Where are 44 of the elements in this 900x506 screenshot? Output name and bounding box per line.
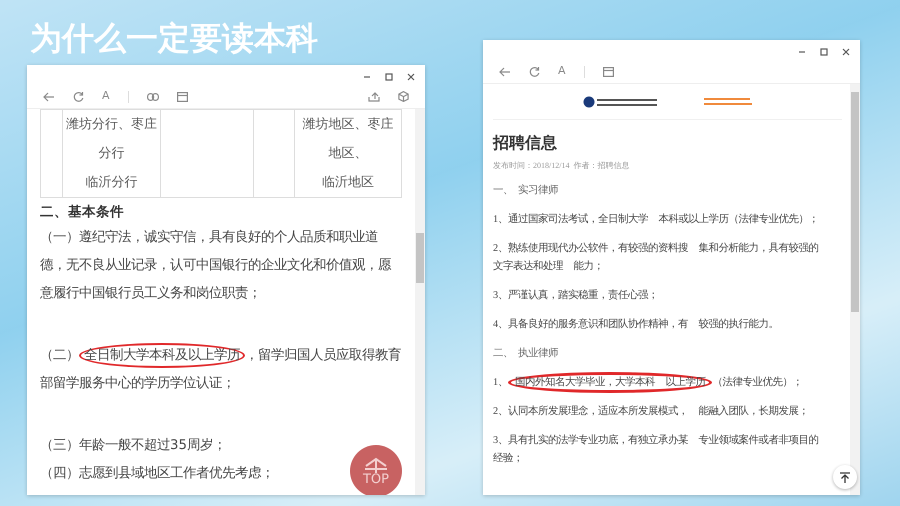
section-heading: 二、基本条件 bbox=[40, 203, 124, 222]
close-icon[interactable] bbox=[842, 48, 850, 56]
table-cell-text: 分行 bbox=[98, 145, 126, 163]
arrow-up-icon bbox=[840, 472, 850, 482]
publish-info: 发布时间：2018/12/14 作者：招聘信息 bbox=[493, 160, 630, 172]
table-cell-text: 临沂分行 bbox=[84, 174, 139, 192]
paragraph: 1、通过国家司法考试，全日制大学 本科或以上学历（法律专业优先）； bbox=[493, 212, 818, 227]
refresh-icon[interactable] bbox=[529, 66, 540, 77]
scrollbar[interactable] bbox=[415, 109, 425, 495]
scrollbar[interactable] bbox=[850, 84, 860, 495]
scroll-to-top-button[interactable] bbox=[833, 465, 857, 489]
paragraph: 2、熟练使用现代办公软件，有较强的资料搜 集和分析能力，具有较强的文字表达和处理 能力； bbox=[493, 241, 820, 274]
paragraph: （二） 全日制大学本科及以上学历 ，留学归国人员应取得教育部留学服务中心的学历学位认证； bbox=[40, 342, 402, 398]
paragraph: 3、严谨认真，踏实稳重，责任心强； bbox=[493, 288, 658, 303]
window-icon[interactable] bbox=[602, 66, 614, 76]
table-cell-text: 临沂地区 bbox=[320, 174, 375, 192]
font-size-button[interactable]: A bbox=[558, 63, 566, 80]
table-cell-text: 潍坊地区、枣庄 bbox=[301, 116, 394, 134]
paragraph: （四）志愿到县域地区工作者优先考虑； bbox=[40, 464, 274, 484]
link-icon[interactable] bbox=[146, 92, 159, 100]
paragraph: 一、 实习律师 bbox=[493, 183, 558, 198]
arrow-up-icon bbox=[364, 456, 388, 472]
paragraph: 二、 执业律师 bbox=[493, 346, 558, 361]
refresh-icon[interactable] bbox=[73, 91, 84, 102]
paragraph: （三）年龄一般不超过35周岁； bbox=[40, 436, 226, 456]
back-arrow-icon[interactable] bbox=[43, 92, 55, 102]
paragraph: （一）遵纪守法，诚实守信，具有良好的个人品质和职业道德，无不良从业记录，认可中国银行的企业文化和价值观，愿意履行中国银行员工义务和岗位职责； bbox=[40, 228, 392, 304]
slide-title: 为什么一定要读本科 bbox=[30, 22, 318, 59]
maximize-icon[interactable] bbox=[820, 48, 828, 56]
cube-icon[interactable] bbox=[398, 91, 409, 102]
paragraph: 2、认同本所发展理念，适应本所发展模式， 能融入团队，长期发展； bbox=[493, 404, 808, 419]
logo-caption-drawing bbox=[702, 96, 752, 108]
font-size-button[interactable]: A bbox=[102, 88, 110, 105]
back-arrow-icon[interactable] bbox=[499, 66, 511, 76]
table-cell-text: 潍坊分行、枣庄 bbox=[65, 116, 158, 134]
share-icon[interactable] bbox=[368, 92, 380, 102]
page-title: 招聘信息 bbox=[493, 134, 558, 154]
maximize-icon[interactable] bbox=[385, 73, 393, 81]
paragraph: 4、具备良好的服务意识和团队协作精神，有 较强的执行能力。 bbox=[493, 317, 778, 332]
window-icon[interactable] bbox=[176, 92, 188, 102]
back-to-top-button[interactable]: TOP bbox=[350, 445, 402, 495]
close-icon[interactable] bbox=[407, 73, 415, 81]
table-cell-text: 地区、 bbox=[327, 145, 368, 163]
paragraph: 3、具有扎实的法学专业功底，有独立承办某 专业领域案件或者非项目的经验； bbox=[493, 433, 820, 466]
